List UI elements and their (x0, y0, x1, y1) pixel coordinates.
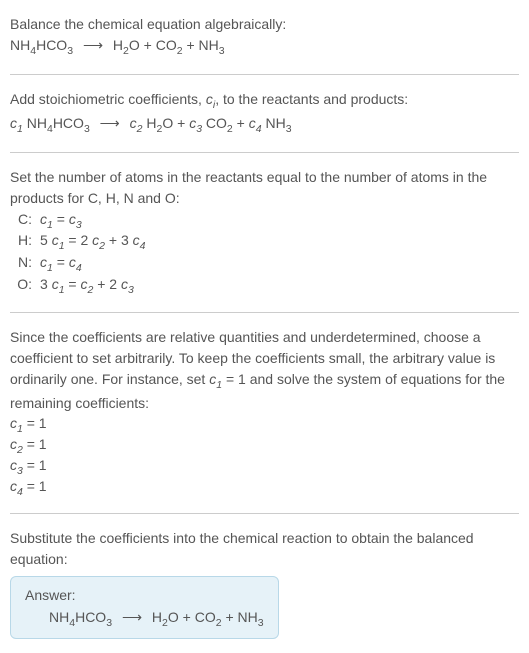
table-row: C: c1 = c3 (10, 211, 519, 231)
atom-label: H: (10, 232, 40, 252)
atoms-title: Set the number of atoms in the reactants… (10, 167, 519, 209)
stoich-title: Add stoichiometric coefficients, ci, to … (10, 89, 519, 114)
divider (10, 513, 519, 514)
coef-line: c2 = 1 (10, 436, 519, 456)
divider (10, 74, 519, 75)
section-solve: Since the coefficients are relative quan… (10, 321, 519, 505)
product-nh3: NH3 (199, 37, 225, 53)
title-text: Balance the chemical equation algebraica… (10, 14, 519, 35)
atom-equation: 5 c1 = 2 c2 + 3 c4 (40, 232, 519, 252)
atom-equation: 3 c1 = c2 + 2 c3 (40, 276, 519, 296)
section-atoms: Set the number of atoms in the reactants… (10, 161, 519, 304)
atoms-table: C: c1 = c3 H: 5 c1 = 2 c2 + 3 c4 N: c1 =… (10, 211, 519, 296)
atom-label: C: (10, 211, 40, 231)
section-stoich: Add stoichiometric coefficients, ci, to … (10, 83, 519, 144)
balanced-equation: NH4HCO3 ⟶ H2O + CO2 + NH3 (25, 609, 264, 629)
table-row: O: 3 c1 = c2 + 2 c3 (10, 276, 519, 296)
coef-line: c4 = 1 (10, 478, 519, 498)
atom-label: N: (10, 254, 40, 274)
product-h2o: H2O (113, 37, 140, 53)
reactant: NH4HCO3 (49, 609, 112, 625)
equation-with-coefs: c1 NH4HCO3 ⟶ c2 H2O + c3 CO2 + c4 NH3 (10, 113, 519, 138)
coef-line: c3 = 1 (10, 457, 519, 477)
arrow-icon: ⟶ (100, 113, 120, 134)
divider (10, 152, 519, 153)
section-balance-title: Balance the chemical equation algebraica… (10, 8, 519, 66)
ci-var: ci (206, 91, 215, 107)
product-co2: CO2 (195, 609, 222, 625)
table-row: N: c1 = c4 (10, 254, 519, 274)
answer-box: Answer: NH4HCO3 ⟶ H2O + CO2 + NH3 (10, 576, 279, 640)
answer-title: Substitute the coefficients into the che… (10, 528, 519, 570)
coef-line: c1 = 1 (10, 415, 519, 435)
product-h2o: H2O (152, 609, 179, 625)
divider (10, 312, 519, 313)
equation-unbalanced: NH4HCO3 ⟶ H2O + CO2 + NH3 (10, 35, 519, 60)
table-row: H: 5 c1 = 2 c2 + 3 c4 (10, 232, 519, 252)
product-co2: CO2 (156, 37, 183, 53)
answer-label: Answer: (25, 587, 264, 603)
reactant: NH4HCO3 (10, 37, 73, 53)
atom-label: O: (10, 276, 40, 296)
atom-equation: c1 = c4 (40, 254, 519, 274)
product-nh3: NH3 (238, 609, 264, 625)
arrow-icon: ⟶ (122, 609, 142, 626)
arrow-icon: ⟶ (83, 35, 103, 56)
solve-text: Since the coefficients are relative quan… (10, 327, 519, 415)
atom-equation: c1 = c3 (40, 211, 519, 231)
coef-list: c1 = 1 c2 = 1 c3 = 1 c4 = 1 (10, 415, 519, 497)
